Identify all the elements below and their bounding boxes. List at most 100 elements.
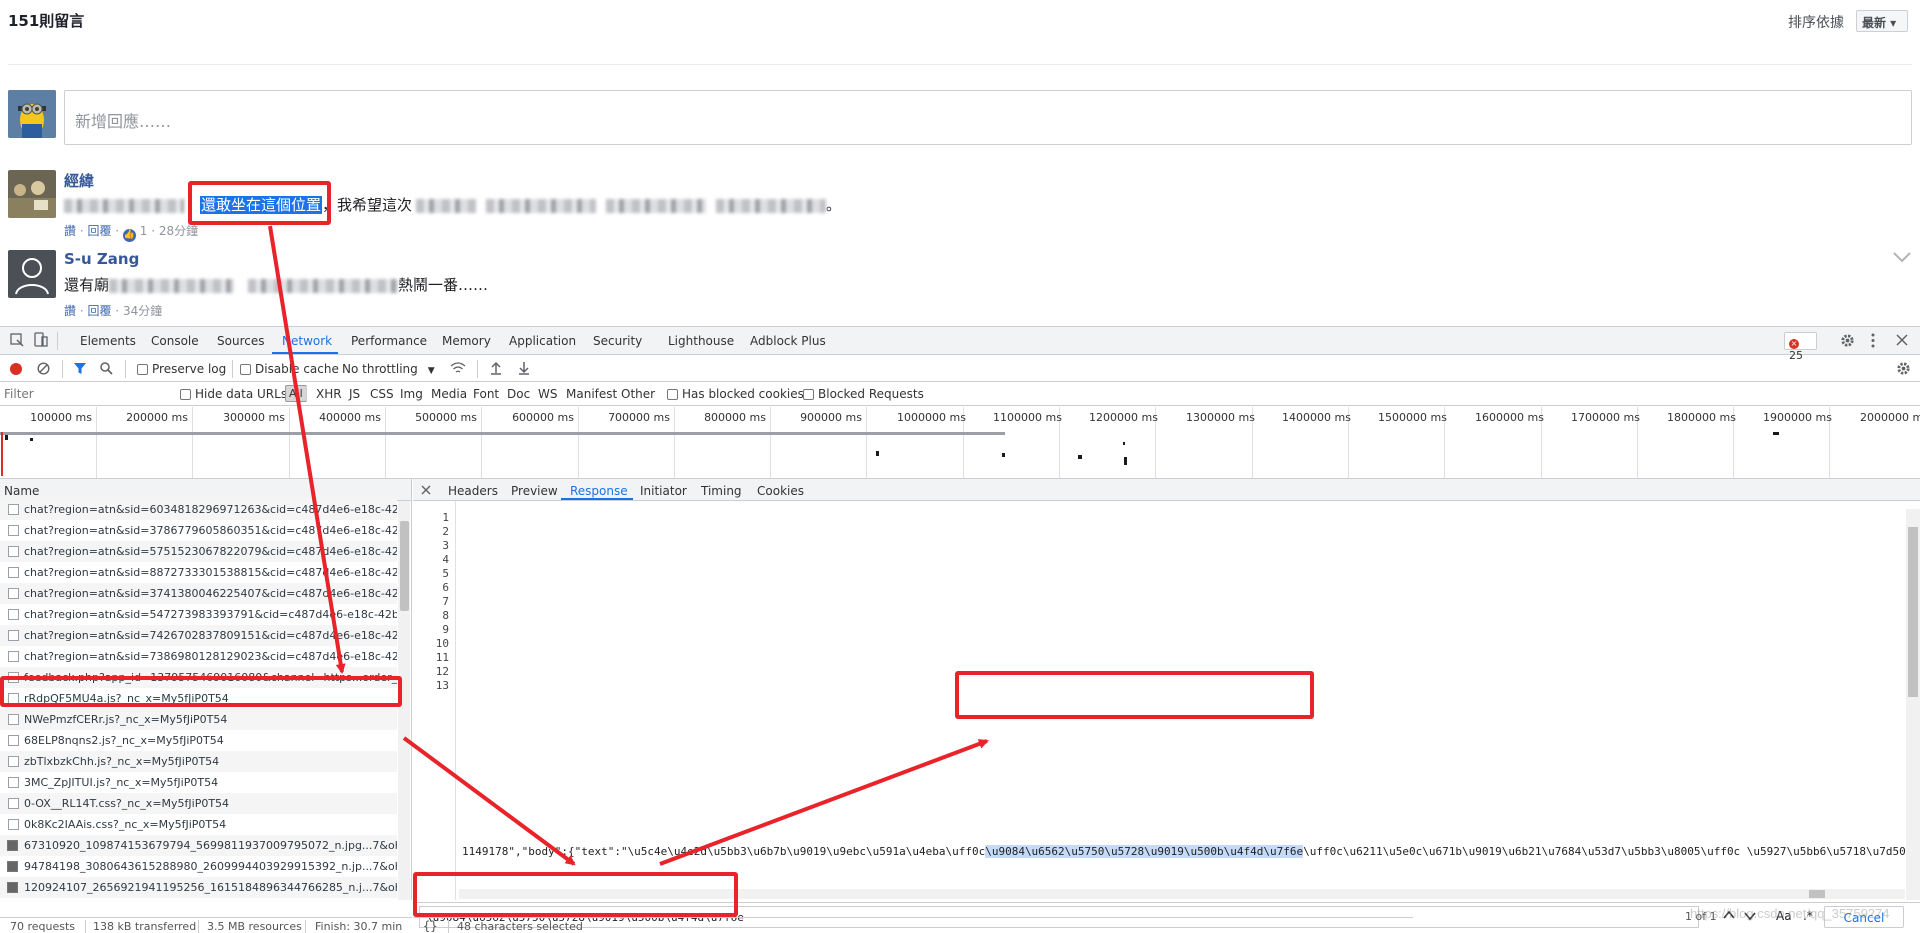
- like-link[interactable]: 讚: [64, 304, 76, 318]
- name-column-header[interactable]: Name: [0, 479, 411, 501]
- close-icon[interactable]: [1896, 334, 1908, 346]
- more-options-icon[interactable]: [1870, 333, 1876, 348]
- blocked-requests-checkbox[interactable]: Blocked Requests: [803, 387, 924, 401]
- clear-icon[interactable]: [37, 362, 50, 375]
- error-badge[interactable]: × 25: [1784, 332, 1817, 362]
- tab-adblock-plus[interactable]: Adblock Plus: [750, 334, 826, 348]
- filter-all-button[interactable]: All: [285, 385, 307, 402]
- tab-response[interactable]: Response: [570, 484, 628, 498]
- image-file-icon: [7, 861, 18, 872]
- gear-icon[interactable]: [1840, 333, 1855, 348]
- request-row[interactable]: zbTlxbzkChh.js?_nc_x=My5fJiP0T54: [0, 751, 397, 772]
- pretty-print-button[interactable]: {}: [423, 919, 437, 933]
- filter-js[interactable]: JS: [349, 387, 360, 401]
- filter-img[interactable]: Img: [400, 387, 423, 401]
- request-row[interactable]: chat?region=atn&sid=547273983393791&cid=…: [0, 604, 397, 625]
- timeline-gridline: [289, 407, 290, 478]
- export-har-icon[interactable]: [518, 361, 530, 375]
- filter-input[interactable]: [4, 385, 166, 403]
- comment-author[interactable]: 經緯: [64, 170, 94, 191]
- reply-link[interactable]: 回覆: [87, 224, 111, 238]
- filter-font[interactable]: Font: [473, 387, 499, 401]
- hide-data-urls-checkbox[interactable]: Hide data URLs: [180, 387, 287, 401]
- timeline-gridline: [674, 407, 675, 478]
- sort-label: 排序依據: [1788, 15, 1844, 31]
- request-row[interactable]: feedback.php?app_id=1379575469016080&cha…: [0, 667, 397, 688]
- timeline-label: 1900000 ms: [1763, 411, 1832, 424]
- tab-security[interactable]: Security: [593, 334, 642, 348]
- request-row[interactable]: 67310920_109874153679794_569981193700979…: [0, 835, 397, 856]
- tab-timing[interactable]: Timing: [701, 484, 742, 498]
- tab-headers[interactable]: Headers: [448, 484, 498, 498]
- request-row[interactable]: chat?region=atn&sid=7386980128129023&cid…: [0, 646, 397, 667]
- filter-manifest[interactable]: Manifest: [566, 387, 617, 401]
- throttling-select[interactable]: No throttling ▼: [342, 362, 435, 376]
- tab-console[interactable]: Console: [151, 334, 199, 348]
- request-row[interactable]: chat?region=atn&sid=8872733301538815&cid…: [0, 562, 397, 583]
- tab-preview[interactable]: Preview: [511, 484, 558, 498]
- filter-xhr[interactable]: XHR: [316, 387, 342, 401]
- request-row[interactable]: 120924107_2656921941195256_1615184896344…: [0, 877, 397, 898]
- request-row[interactable]: chat?region=atn&sid=5751523067822079&cid…: [0, 541, 397, 562]
- blurred-text: [109, 278, 235, 293]
- request-row[interactable]: NWePmzfCERr.js?_nc_x=My5fJiP0T54: [0, 709, 397, 730]
- comment-author[interactable]: S-u Zang: [64, 250, 139, 268]
- reply-link[interactable]: 回覆: [87, 304, 111, 318]
- request-row[interactable]: 3MC_ZpJITUI.js?_nc_x=My5fJiP0T54: [0, 772, 397, 793]
- comment-text-part: ，我希望這次: [322, 196, 413, 214]
- response-line-13[interactable]: 1149178","body":{"text":"\u5c4e\u4e2d\u5…: [462, 845, 1919, 858]
- search-icon[interactable]: [100, 362, 113, 375]
- preserve-log-checkbox[interactable]: Preserve log: [137, 362, 226, 376]
- request-row[interactable]: 68ELP8nqns2.js?_nc_x=My5fJiP0T54: [0, 730, 397, 751]
- comment-avatar: [8, 170, 56, 218]
- has-blocked-cookies-checkbox[interactable]: Has blocked cookies: [667, 387, 804, 401]
- tab-initiator[interactable]: Initiator: [640, 484, 687, 498]
- request-row[interactable]: chat?region=atn&sid=3786779605860351&cid…: [0, 520, 397, 541]
- close-details-icon[interactable]: [421, 485, 431, 495]
- tab-application[interactable]: Application: [509, 334, 576, 348]
- request-row[interactable]: rRdpQF5MU4a.js?_nc_x=My5fJiP0T54: [0, 688, 397, 709]
- filter-doc[interactable]: Doc: [507, 387, 530, 401]
- response-text: ff0c: [958, 845, 986, 858]
- inspect-element-icon[interactable]: [10, 333, 24, 347]
- request-row[interactable]: chat?region=atn&sid=3741380046225407&cid…: [0, 583, 397, 604]
- network-overview-timeline[interactable]: 100000 ms 200000 ms 300000 ms 400000 ms 5000…: [0, 407, 1920, 479]
- tab-network[interactable]: Network: [282, 334, 332, 348]
- reply-input[interactable]: 新增回應……: [64, 90, 1912, 145]
- scrollbar-thumb[interactable]: [1809, 890, 1825, 898]
- request-row[interactable]: 94784198_3080643615288980_26099944039299…: [0, 856, 397, 877]
- disable-cache-checkbox[interactable]: Disable cache: [240, 362, 339, 376]
- timeline-mark: [5, 435, 8, 440]
- scrollbar-thumb[interactable]: [400, 521, 409, 611]
- timeline-gridline: [385, 407, 386, 478]
- filter-other[interactable]: Other: [621, 387, 655, 401]
- response-horizontal-scrollbar[interactable]: [459, 889, 1905, 899]
- current-user-avatar: [8, 90, 56, 138]
- request-row[interactable]: 0-OX__RL14T.css?_nc_x=My5fJiP0T54: [0, 793, 397, 814]
- tab-performance[interactable]: Performance: [351, 334, 427, 348]
- filter-ws[interactable]: WS: [538, 387, 557, 401]
- tab-lighthouse[interactable]: Lighthouse: [668, 334, 734, 348]
- network-settings-gear-icon[interactable]: [1896, 361, 1911, 376]
- comments-count-title: 151則留言: [8, 12, 85, 30]
- request-row[interactable]: chat?region=atn&sid=7426702837809151&cid…: [0, 625, 397, 646]
- tab-sources[interactable]: Sources: [217, 334, 264, 348]
- filter-media[interactable]: Media: [431, 387, 467, 401]
- network-conditions-icon[interactable]: [450, 361, 466, 375]
- request-row[interactable]: 0k8Kc2IAAis.css?_nc_x=My5fJiP0T54: [0, 814, 397, 835]
- chevron-down-icon[interactable]: [1892, 250, 1912, 264]
- sort-select[interactable]: 最新 ▾: [1856, 10, 1908, 32]
- like-link[interactable]: 讚: [64, 224, 76, 238]
- timeline-label: 1100000 ms: [993, 411, 1062, 424]
- request-list-pane: Name chat?region=atn&sid=603481829697126…: [0, 479, 412, 900]
- tab-elements[interactable]: Elements: [80, 334, 136, 348]
- filter-css[interactable]: CSS: [370, 387, 394, 401]
- record-icon[interactable]: [10, 363, 22, 375]
- tab-memory[interactable]: Memory: [442, 334, 491, 348]
- scrollbar-thumb[interactable]: [1908, 527, 1918, 697]
- request-row[interactable]: chat?region=atn&sid=6034818296971263&cid…: [0, 499, 397, 520]
- tab-cookies[interactable]: Cookies: [757, 484, 804, 498]
- device-toolbar-icon[interactable]: [34, 332, 48, 348]
- import-har-icon[interactable]: [490, 361, 502, 375]
- filter-icon[interactable]: [73, 362, 87, 375]
